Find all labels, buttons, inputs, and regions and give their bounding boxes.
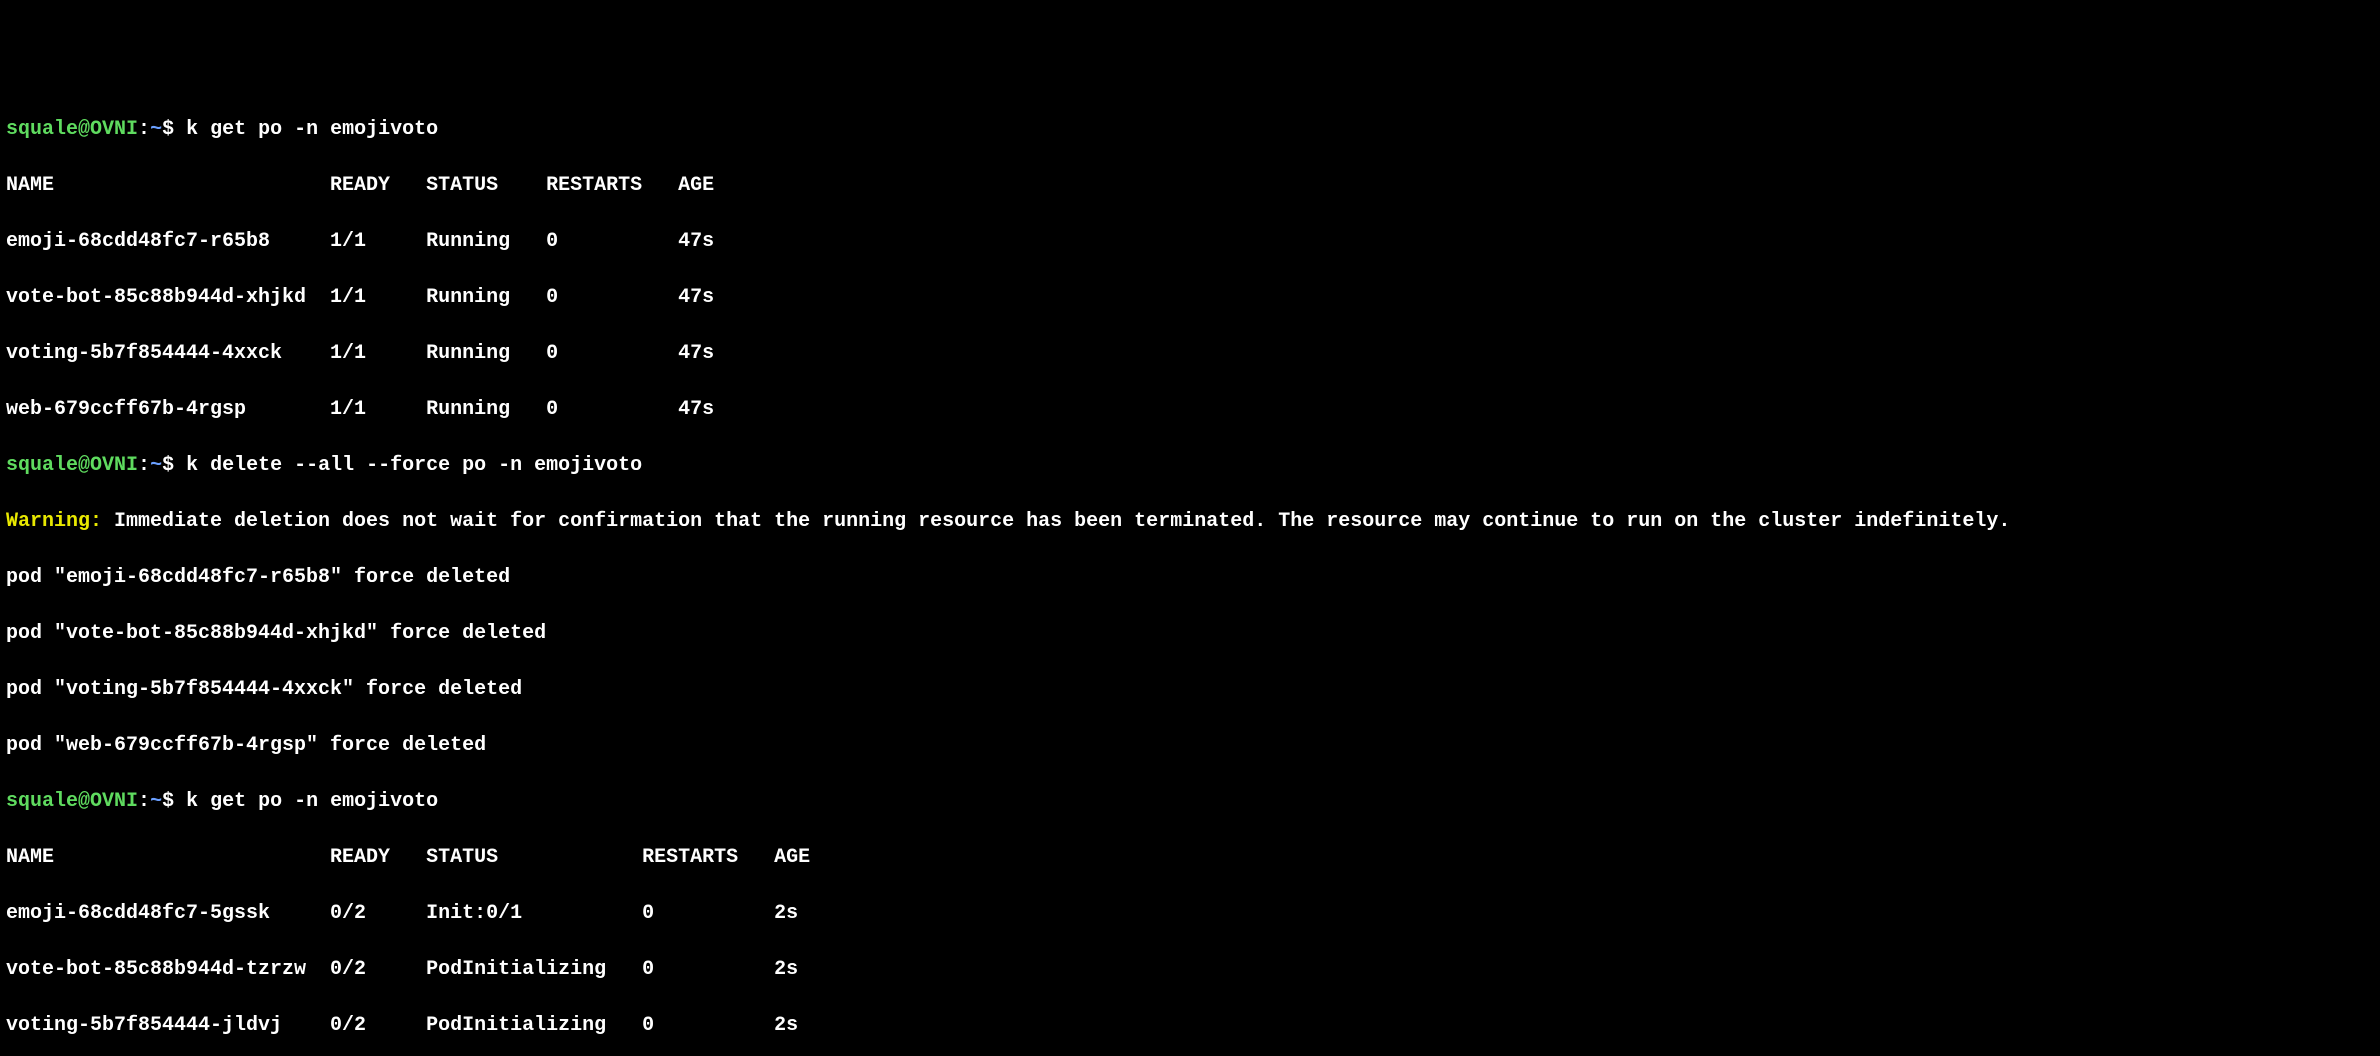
prompt-colon: :: [138, 454, 150, 477]
table-header-1: NAME READY STATUS RESTARTS AGE: [6, 172, 2374, 200]
table-row: emoji-68cdd48fc7-r65b8 1/1 Running 0 47s: [6, 228, 2374, 256]
prompt-path: ~: [150, 790, 162, 813]
table-row: emoji-68cdd48fc7-5gssk 0/2 Init:0/1 0 2s: [6, 900, 2374, 928]
command-get-pods-2: k get po -n emojivoto: [174, 790, 438, 813]
table-row: web-679ccff67b-4rgsp 1/1 Running 0 47s: [6, 396, 2374, 424]
command-get-pods-1: k get po -n emojivoto: [174, 118, 438, 141]
warning-text: Immediate deletion does not wait for con…: [102, 510, 2010, 533]
prompt-dollar: $: [162, 454, 174, 477]
prompt-line-1[interactable]: squale@OVNI:~$ k get po -n emojivoto: [6, 116, 2374, 144]
prompt-user: squale: [6, 454, 78, 477]
delete-output-line: pod "web-679ccff67b-4rgsp" force deleted: [6, 732, 2374, 760]
table-row: voting-5b7f854444-jldvj 0/2 PodInitializ…: [6, 1012, 2374, 1040]
prompt-at: @: [78, 454, 90, 477]
table-row: vote-bot-85c88b944d-tzrzw 0/2 PodInitial…: [6, 956, 2374, 984]
prompt-dollar: $: [162, 790, 174, 813]
prompt-dollar: $: [162, 118, 174, 141]
table-row: voting-5b7f854444-4xxck 1/1 Running 0 47…: [6, 340, 2374, 368]
prompt-host: OVNI: [90, 118, 138, 141]
prompt-at: @: [78, 790, 90, 813]
warning-line: Warning: Immediate deletion does not wai…: [6, 508, 2374, 536]
prompt-path: ~: [150, 118, 162, 141]
prompt-user: squale: [6, 790, 78, 813]
table-row: vote-bot-85c88b944d-xhjkd 1/1 Running 0 …: [6, 284, 2374, 312]
prompt-colon: :: [138, 790, 150, 813]
prompt-line-2[interactable]: squale@OVNI:~$ k delete --all --force po…: [6, 452, 2374, 480]
prompt-line-3[interactable]: squale@OVNI:~$ k get po -n emojivoto: [6, 788, 2374, 816]
prompt-path: ~: [150, 454, 162, 477]
table-header-2: NAME READY STATUS RESTARTS AGE: [6, 844, 2374, 872]
delete-output-line: pod "voting-5b7f854444-4xxck" force dele…: [6, 676, 2374, 704]
prompt-user: squale: [6, 118, 78, 141]
delete-output-line: pod "emoji-68cdd48fc7-r65b8" force delet…: [6, 564, 2374, 592]
prompt-colon: :: [138, 118, 150, 141]
delete-output-line: pod "vote-bot-85c88b944d-xhjkd" force de…: [6, 620, 2374, 648]
command-delete-pods: k delete --all --force po -n emojivoto: [174, 454, 642, 477]
prompt-host: OVNI: [90, 454, 138, 477]
prompt-host: OVNI: [90, 790, 138, 813]
warning-label: Warning:: [6, 510, 102, 533]
prompt-at: @: [78, 118, 90, 141]
